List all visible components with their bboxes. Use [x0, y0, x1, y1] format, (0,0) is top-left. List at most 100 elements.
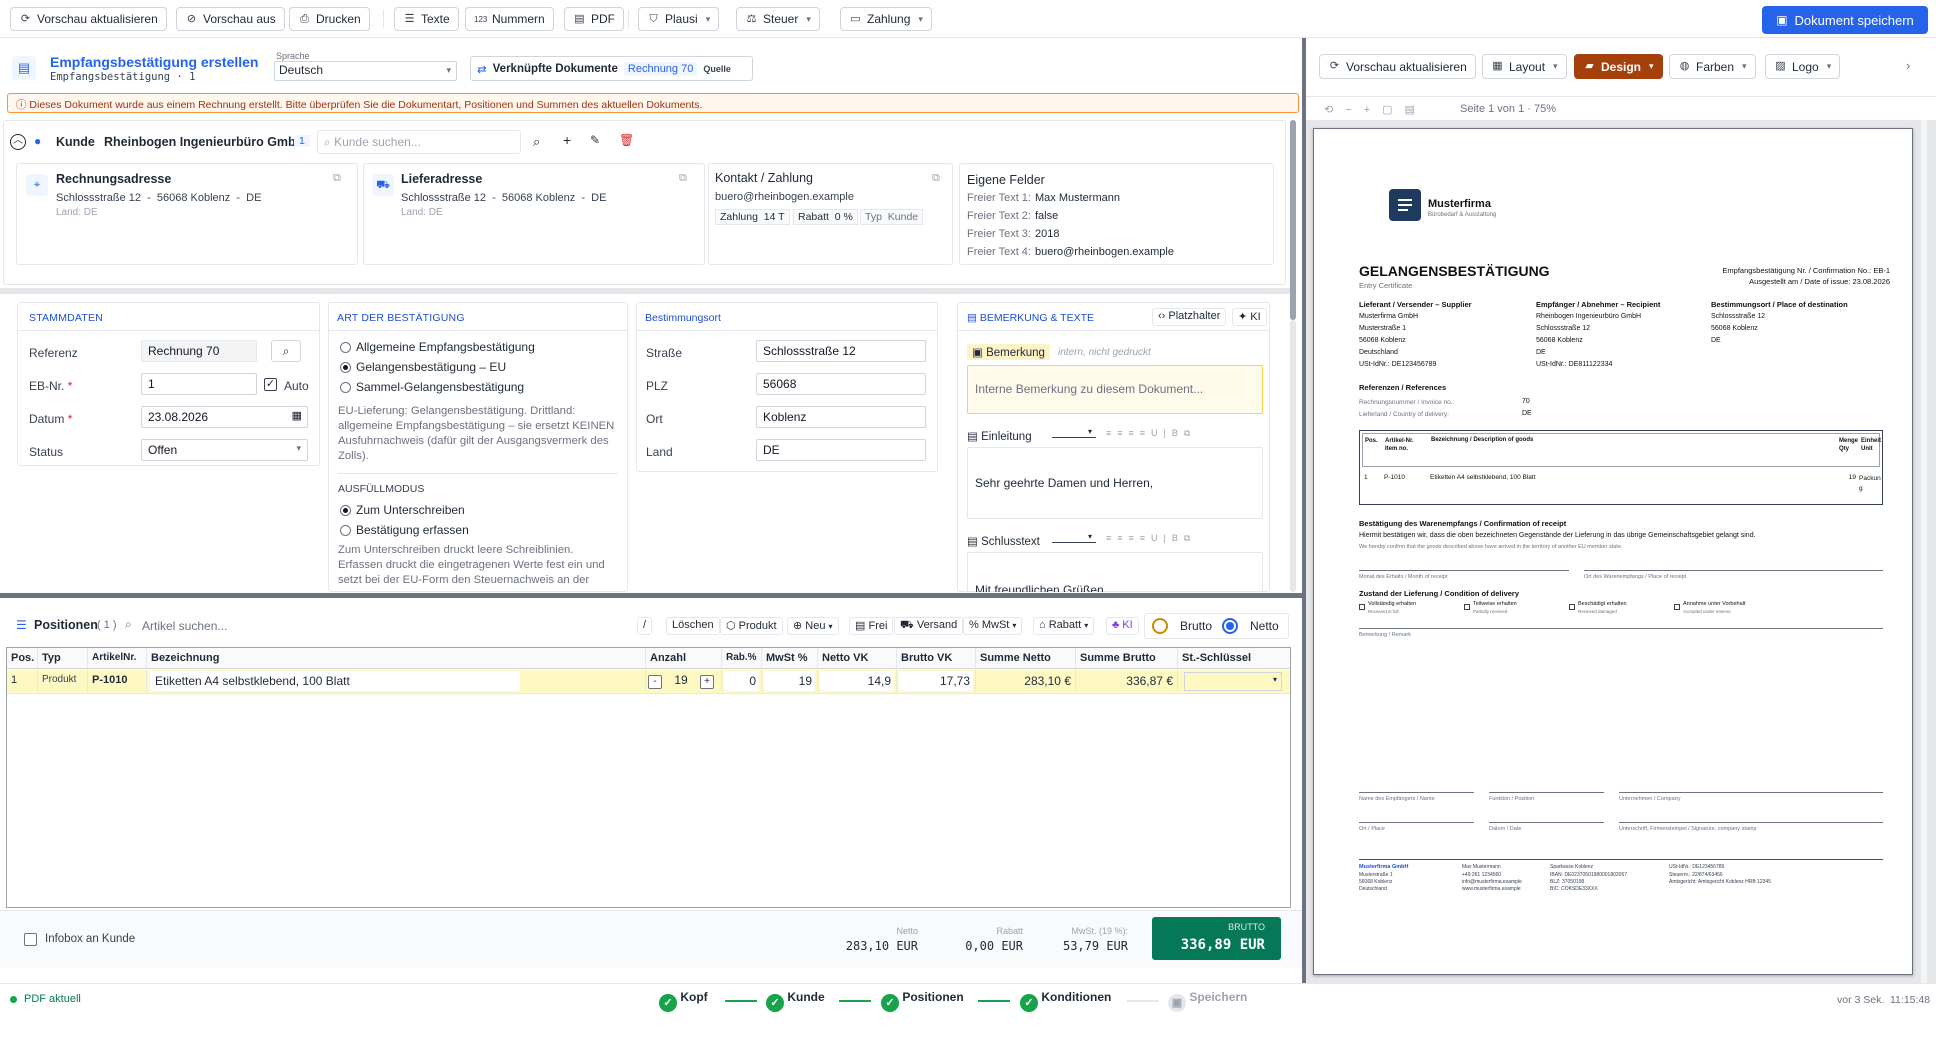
new-dropdown[interactable]: ⊕ Neu ▾ [787, 617, 839, 635]
hide-preview-button[interactable]: ⊘ Vorschau aus [176, 7, 285, 31]
column-header[interactable]: Pos. [7, 648, 38, 668]
tax-dropdown[interactable]: ⚖ Steuer ▾ [736, 7, 820, 31]
confirmation-option-collective[interactable]: Sammel-Gelangensbestätigung [340, 380, 524, 394]
calendar-icon[interactable]: ▦ [292, 409, 302, 422]
step-speichern[interactable]: ▣ Speichern [1168, 990, 1247, 1012]
add-icon[interactable]: + [563, 132, 571, 148]
search-icon[interactable]: ⌕ [271, 340, 301, 362]
step-konditionen[interactable]: ✓ Konditionen [1020, 990, 1111, 1012]
date-input[interactable]: 23.08.2026 ▦ [141, 406, 308, 428]
chevron-down-icon[interactable]: ▾ [1088, 427, 1092, 436]
free-button[interactable]: ▤ Frei [849, 617, 894, 635]
column-header[interactable]: Rab.% [722, 648, 762, 668]
delete-icon[interactable]: 🗑 [619, 133, 634, 147]
country-input[interactable]: DE [756, 439, 926, 461]
print-button[interactable]: ⎙ Drucken [289, 7, 370, 31]
eb-number-input[interactable]: 1 [141, 373, 257, 395]
delete-position-button[interactable]: Löschen [666, 617, 720, 635]
logo-dropdown[interactable]: ▨ Logo ▾ [1765, 54, 1841, 79]
article-search-input[interactable]: Artikel suchen... [142, 619, 227, 633]
discount-input[interactable]: 0 [724, 671, 759, 691]
chevron-right-icon[interactable]: › [1906, 58, 1910, 73]
tax-key-select[interactable]: ▾ [1184, 672, 1282, 691]
plausi-dropdown[interactable]: ⛉ Plausi ▾ [638, 7, 720, 31]
street-input[interactable]: Schlossstraße 12 [756, 340, 926, 362]
formatting-toolbar[interactable]: ≡≡≡≡U|B⧉ [1106, 533, 1196, 544]
column-header[interactable]: MwSt % [762, 648, 818, 668]
auto-checkbox[interactable]: ✓ [264, 378, 277, 391]
infobox-checkbox[interactable] [24, 933, 37, 946]
refresh-preview-button[interactable]: ⟳ Vorschau aktualisieren [10, 7, 167, 31]
linked-documents[interactable]: ⇄ Verknüpfte Dokumente Rechnung 70 Quelle [470, 56, 753, 81]
preview-refresh-button[interactable]: ⟳ Vorschau aktualisieren [1319, 54, 1476, 79]
horizontal-splitter[interactable] [0, 593, 1304, 598]
ai-positions-button[interactable]: ♣ KI [1106, 617, 1139, 635]
scrollbar-thumb[interactable] [1290, 120, 1296, 320]
save-document-button[interactable]: ▣ Dokument speichern [1762, 6, 1928, 34]
fill-option-sign[interactable]: Zum Unterschreiben [340, 503, 465, 517]
placeholder-button[interactable]: ‹› Platzhalter [1152, 308, 1227, 326]
zip-input[interactable]: 56068 [756, 373, 926, 395]
column-header[interactable]: Summe Brutto [1076, 648, 1178, 668]
language-select[interactable]: Deutsch ▾ [274, 61, 457, 81]
zoom-controls[interactable]: ⟲−+▢▤ [1324, 103, 1427, 116]
quantity-input[interactable]: 19 [662, 673, 700, 687]
fill-option-capture[interactable]: Bestätigung erfassen [340, 523, 469, 537]
copy-icon[interactable]: ⧉ [679, 172, 687, 185]
search-icon[interactable]: ⌕ [533, 134, 540, 150]
step-positionen[interactable]: ✓ Positionen [881, 990, 964, 1012]
step-kopf[interactable]: ✓ Kopf [659, 990, 708, 1012]
scrollbar-track[interactable] [1290, 320, 1296, 592]
confirmation-option-eu[interactable]: Gelangensbestätigung – EU [340, 360, 506, 374]
gross-price-input[interactable]: 17,73 [899, 671, 973, 691]
reference-input[interactable]: Rechnung 70 [141, 340, 257, 362]
formatting-toolbar[interactable]: ≡≡≡≡U|B⧉ [1106, 428, 1196, 439]
confirmation-option-general[interactable]: Allgemeine Empfangsbestätigung [340, 340, 535, 354]
column-header[interactable]: Brutto VK [897, 648, 976, 668]
description-input[interactable]: Etiketten A4 selbstklebend, 100 Blatt [150, 671, 520, 691]
city-input[interactable]: Koblenz [756, 406, 926, 428]
payment-dropdown[interactable]: ▭ Zahlung ▾ [840, 7, 932, 31]
increment-button[interactable]: + [700, 675, 714, 689]
column-header[interactable]: Typ [38, 648, 88, 668]
condition-option: Teilweise erhalten [1473, 601, 1517, 607]
copy-icon[interactable]: ⧉ [333, 172, 341, 185]
font-size-select[interactable] [1052, 542, 1096, 543]
column-header[interactable]: Bezeichnung [147, 648, 646, 668]
layout-dropdown[interactable]: ▦ Layout ▾ [1482, 54, 1567, 79]
remark-textarea[interactable]: Interne Bemerkung zu diesem Dokument... [967, 365, 1263, 414]
texts-button[interactable]: ☰ Texte [394, 7, 459, 31]
column-header[interactable]: St.-Schlüssel [1178, 648, 1290, 668]
column-header[interactable]: Summe Netto [976, 648, 1076, 668]
colors-dropdown[interactable]: ◍ Farben ▾ [1669, 54, 1756, 79]
discount-dropdown[interactable]: ⌂ Rabatt ▾ [1033, 617, 1095, 635]
column-header[interactable]: Anzahl [646, 648, 722, 668]
column-header[interactable]: ArtikelNr. [88, 648, 147, 668]
ai-text-button[interactable]: ✦ KI [1232, 308, 1267, 326]
shipping-button[interactable]: ⛟ Versand [894, 617, 964, 635]
font-size-select[interactable] [1052, 437, 1096, 438]
table-row[interactable]: 1 Produkt P-1010 Etiketten A4 selbstkleb… [7, 670, 1290, 694]
preview-scrollbar[interactable] [1921, 120, 1927, 983]
net-radio-selected-icon[interactable] [1222, 618, 1238, 634]
column-header[interactable]: Netto VK [818, 648, 897, 668]
pdf-button[interactable]: ▤ PDF [564, 7, 624, 31]
closing-editor[interactable]: Mit freundlichen Grüßen [967, 552, 1263, 592]
linked-document-link[interactable]: Rechnung 70 [623, 61, 698, 76]
intro-editor[interactable]: Sehr geehrte Damen und Herren, [967, 447, 1263, 519]
vat-input[interactable]: 19 [764, 671, 815, 691]
copy-icon[interactable]: ⧉ [932, 172, 940, 185]
step-kunde[interactable]: ✓ Kunde [766, 990, 825, 1012]
gross-radio-icon[interactable] [1152, 618, 1168, 634]
net-price-input[interactable]: 14,9 [820, 671, 894, 691]
customer-search-input[interactable]: ⌕ Kunde suchen... [317, 130, 521, 154]
decrement-button[interactable]: - [648, 675, 662, 689]
chevron-down-icon[interactable]: ▾ [1088, 532, 1092, 541]
product-button[interactable]: ⬡ Produkt [720, 617, 783, 635]
design-dropdown[interactable]: ▰ Design ▾ [1574, 54, 1663, 79]
collapse-toggle-icon[interactable]: ︿ [10, 134, 26, 150]
edit-icon[interactable]: ✎ [590, 133, 600, 147]
status-select[interactable]: Offen ▾ [141, 439, 308, 461]
numbers-button[interactable]: 123 Nummern [465, 7, 554, 31]
vat-dropdown[interactable]: % MwSt ▾ [963, 617, 1023, 635]
